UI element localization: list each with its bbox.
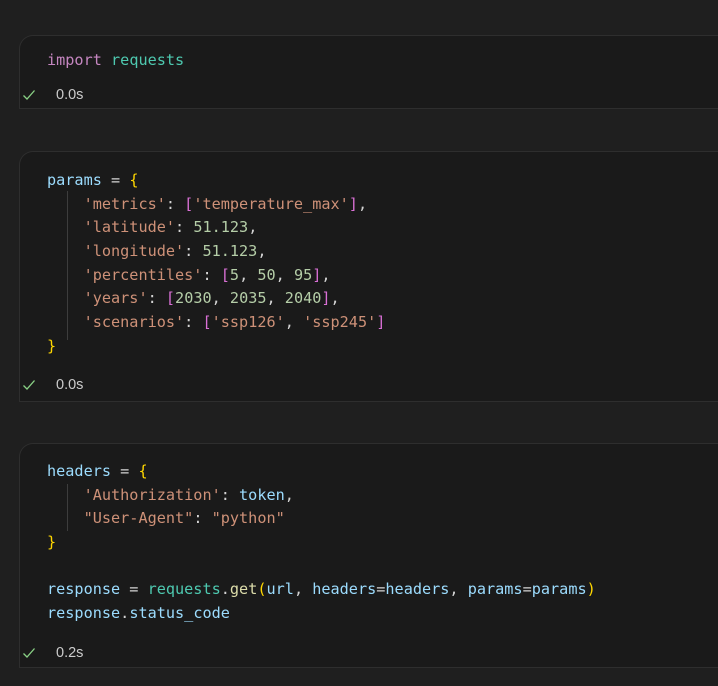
code-line: 'scenarios': ['ssp126', 'ssp245'] bbox=[83, 313, 386, 332]
code-line: 'Authorization': token, bbox=[83, 485, 294, 504]
code-line: params = { bbox=[47, 171, 139, 189]
code-line: headers = { bbox=[47, 462, 148, 480]
cell-3-code[interactable]: headers = { 'Authorization': token, "Use… bbox=[47, 460, 596, 626]
code-line: 'latitude': 51.123, bbox=[83, 218, 258, 237]
cell-1-status: 0.0s bbox=[22, 83, 83, 107]
code-line: 'longitude': 51.123, bbox=[83, 242, 267, 261]
code-line: 'years': [2030, 2035, 2040], bbox=[83, 289, 340, 308]
code-line: 'metrics': ['temperature_max'], bbox=[83, 194, 368, 213]
code-line: response.status_code bbox=[47, 604, 230, 623]
check-icon bbox=[23, 648, 35, 658]
cell-3-status: 0.2s bbox=[22, 641, 83, 665]
execution-time: 0.2s bbox=[56, 645, 84, 661]
code-line: "User-Agent": "python" bbox=[83, 509, 285, 528]
execution-time: 0.0s bbox=[56, 377, 84, 393]
check-icon bbox=[23, 90, 35, 100]
cell-1-code[interactable]: import requests bbox=[47, 49, 184, 73]
check-icon bbox=[23, 380, 35, 390]
execution-time: 0.0s bbox=[56, 87, 84, 103]
code-line: } bbox=[47, 533, 57, 552]
code-line: } bbox=[47, 336, 57, 355]
code-line: import requests bbox=[47, 51, 185, 69]
code-line: response = requests.get(url, headers=hea… bbox=[47, 580, 596, 599]
cell-2-code[interactable]: params = { 'metrics': ['temperature_max'… bbox=[47, 169, 385, 359]
code-line: 'percentiles': [5, 50, 95], bbox=[83, 265, 331, 284]
cell-2-status: 0.0s bbox=[22, 373, 83, 397]
